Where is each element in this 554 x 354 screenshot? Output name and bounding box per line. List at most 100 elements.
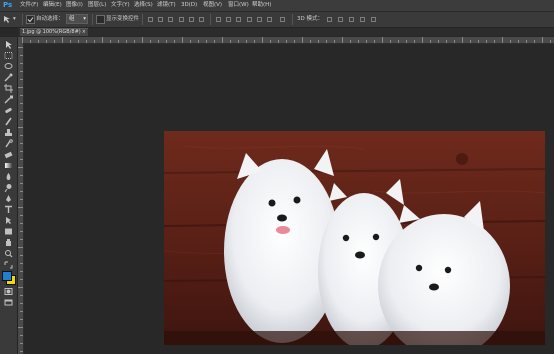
brush-icon[interactable]	[3, 117, 14, 126]
ruler-tick	[20, 223, 23, 224]
auto-select-checkbox[interactable]	[26, 15, 35, 24]
ruler-tick	[20, 175, 23, 176]
ruler-tick	[382, 37, 383, 43]
distribute-hcenter-icon[interactable]	[255, 15, 264, 24]
eyedropper-icon[interactable]	[3, 95, 14, 104]
ruler-tick	[542, 37, 543, 43]
move-tool-preset-icon[interactable]	[3, 15, 12, 24]
horizontal-ruler	[18, 37, 554, 44]
ruler-tick	[20, 239, 23, 240]
document-tab-bar	[18, 28, 554, 36]
ruler-tick	[462, 37, 463, 43]
ruler-tick	[334, 40, 335, 43]
foreground-color-swatch[interactable]	[2, 271, 12, 281]
lasso-icon[interactable]	[3, 62, 14, 71]
menu-filter[interactable]: 滤镜(T)	[157, 1, 176, 10]
ruler-tick	[18, 287, 23, 288]
distribute-vcenter-icon[interactable]	[224, 15, 233, 24]
ruler-tick	[350, 40, 351, 43]
hand-icon[interactable]	[3, 238, 14, 247]
ruler-tick	[270, 40, 271, 43]
show-transform-checkbox[interactable]	[96, 15, 105, 24]
3d-roll-icon[interactable]	[336, 15, 345, 24]
align-top-icon[interactable]	[146, 15, 155, 24]
ruler-tick	[20, 95, 23, 96]
ruler-tick	[534, 40, 535, 43]
shape-icon[interactable]	[3, 227, 14, 236]
menu-layer[interactable]: 图层(L)	[88, 1, 106, 10]
swap-colors-icon[interactable]	[3, 260, 14, 269]
eraser-icon[interactable]	[3, 150, 14, 159]
align-right-icon[interactable]	[197, 15, 206, 24]
3d-scale-icon[interactable]	[369, 15, 378, 24]
history-brush-icon[interactable]	[3, 139, 14, 148]
menu-image[interactable]: 图像(I)	[66, 1, 83, 10]
ruler-tick	[494, 40, 495, 43]
crop-icon[interactable]	[3, 84, 14, 93]
zoom-icon[interactable]	[3, 249, 14, 258]
distribute-bottom-icon[interactable]	[234, 15, 243, 24]
ruler-tick	[158, 40, 159, 43]
pen-icon[interactable]	[3, 194, 14, 203]
close-tab-icon[interactable]: ×	[82, 29, 86, 36]
3d-slide-icon[interactable]	[358, 15, 367, 24]
stamp-icon[interactable]	[3, 128, 14, 137]
marquee-icon[interactable]	[3, 51, 14, 60]
ruler-tick	[454, 40, 455, 43]
dropdown-arrow-icon[interactable]: ▾	[13, 15, 16, 24]
align-left-icon[interactable]	[177, 15, 186, 24]
ruler-tick	[94, 40, 95, 43]
align-hcenter-icon[interactable]	[187, 15, 196, 24]
blur-icon[interactable]	[3, 172, 14, 181]
ruler-tick	[20, 111, 23, 112]
menu-3d[interactable]: 3D(D)	[181, 1, 197, 10]
auto-align-icon[interactable]	[278, 15, 287, 24]
distribute-right-icon[interactable]	[265, 15, 274, 24]
ruler-tick	[18, 167, 23, 168]
ruler-tick	[518, 40, 519, 43]
align-bottom-icon[interactable]	[166, 15, 175, 24]
menu-view[interactable]: 视图(V)	[203, 1, 222, 10]
gradient-icon[interactable]	[3, 161, 14, 170]
menu-type[interactable]: 文字(Y)	[111, 1, 130, 10]
ruler-tick	[550, 40, 551, 43]
ruler-tick	[110, 40, 111, 43]
menu-window[interactable]: 窗口(W)	[228, 1, 249, 10]
ruler-tick	[20, 255, 23, 256]
ruler-tick	[374, 40, 375, 43]
ruler-tick	[20, 295, 23, 296]
menu-file[interactable]: 文件(F)	[20, 1, 38, 10]
ruler-tick	[486, 40, 487, 43]
ruler-tick	[30, 40, 31, 43]
menu-edit[interactable]: 编辑(E)	[43, 1, 62, 10]
ruler-tick	[20, 303, 23, 304]
ruler-tick	[18, 47, 23, 48]
menu-help[interactable]: 帮助(H)	[252, 1, 271, 10]
auto-select-dropdown[interactable]: 组 ▾	[66, 14, 88, 24]
bandage-icon[interactable]	[3, 106, 14, 115]
document-tab[interactable]: 1.jpg @ 100%(RGB/8#) ×	[20, 28, 88, 36]
ruler-tick	[190, 40, 191, 43]
path-select-icon[interactable]	[3, 216, 14, 225]
ruler-tick	[18, 87, 23, 88]
ruler-tick	[326, 40, 327, 43]
show-transform-label: 显示变换控件	[106, 16, 140, 22]
auto-select-label: 自动选择：	[36, 16, 64, 22]
distribute-top-icon[interactable]	[214, 15, 223, 24]
quick-select-icon[interactable]	[3, 73, 14, 82]
type-icon[interactable]	[3, 205, 14, 214]
align-vcenter-icon[interactable]	[156, 15, 165, 24]
3d-rotate-icon[interactable]	[325, 15, 334, 24]
ruler-tick	[126, 40, 127, 43]
screen-mode-icon[interactable]	[3, 298, 14, 307]
ruler-tick	[62, 37, 63, 43]
move-icon[interactable]	[3, 40, 14, 49]
menu-select[interactable]: 选择(S)	[134, 1, 153, 10]
distribute-left-icon[interactable]	[245, 15, 254, 24]
3d-pan-icon[interactable]	[347, 15, 356, 24]
canvas-image-puppies[interactable]	[164, 131, 545, 345]
dodge-icon[interactable]	[3, 183, 14, 193]
ruler-tick	[310, 40, 311, 43]
ruler-tick	[18, 207, 23, 208]
quick-mask-icon[interactable]	[3, 287, 14, 296]
